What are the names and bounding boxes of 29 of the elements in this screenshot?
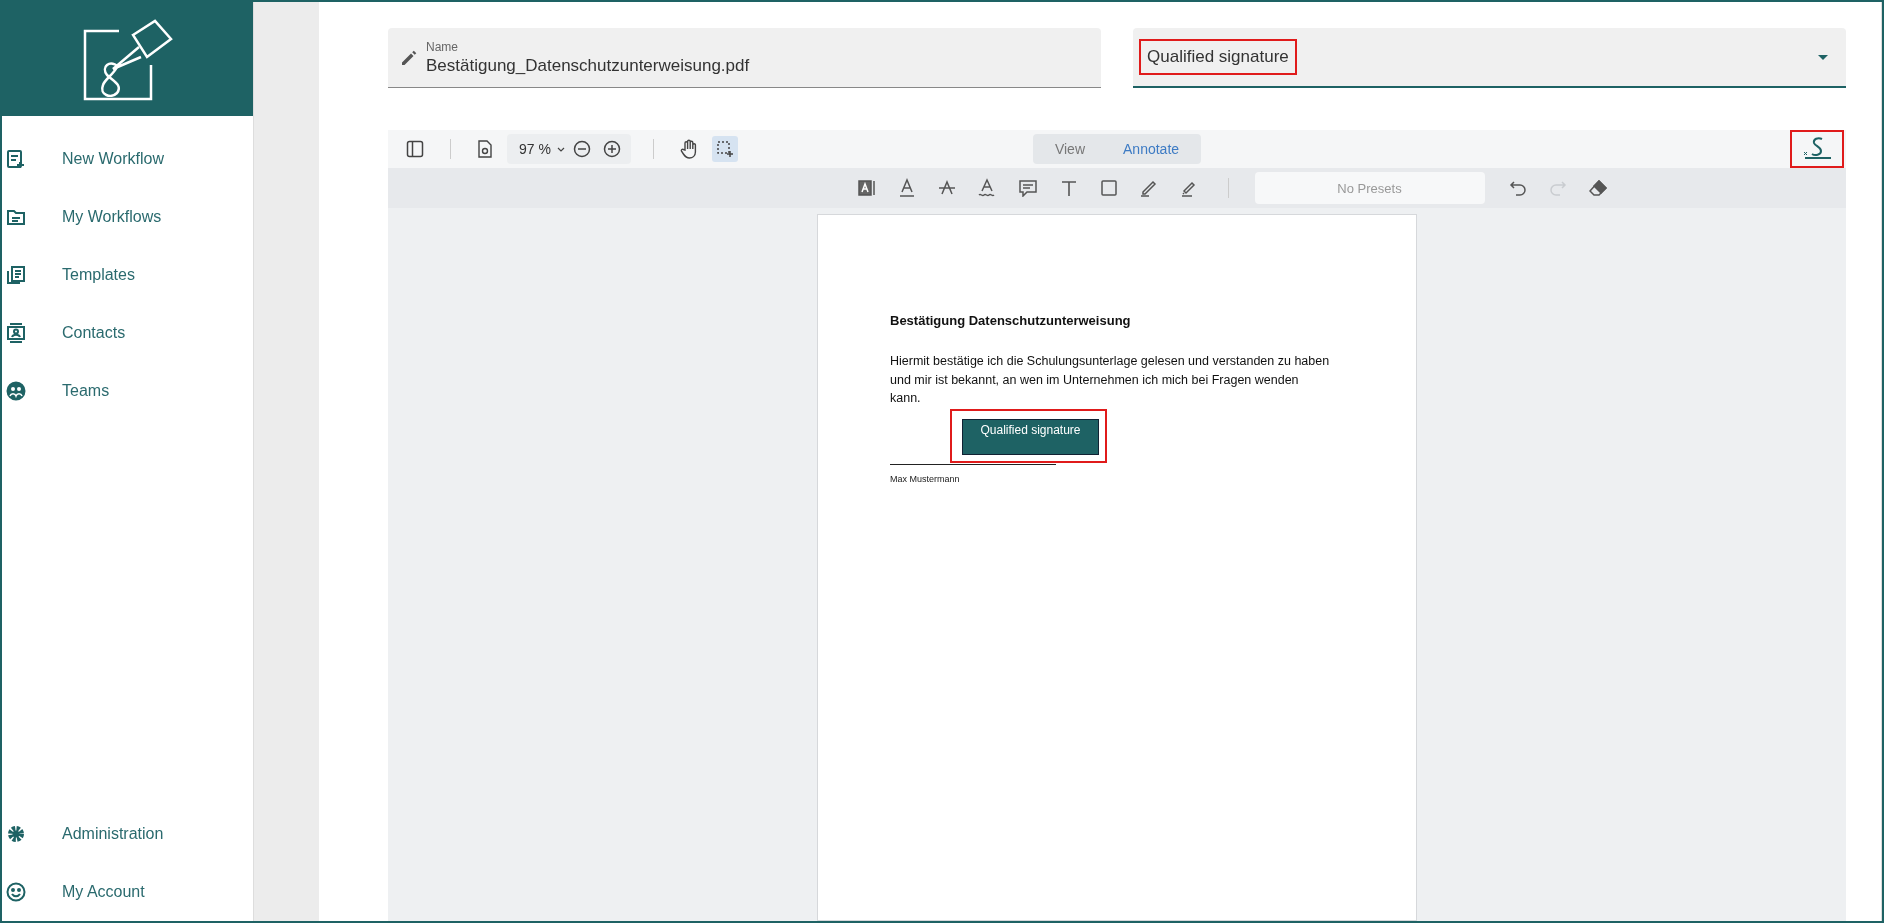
zoom-dropdown[interactable]: 97 % [511,141,553,157]
sidebar-item[interactable]: Administration [2,805,253,863]
smiley-icon [6,882,26,902]
sidebar-item[interactable]: Templates [2,246,253,304]
sidebar-item[interactable]: New Workflow [2,130,253,188]
sidebar-item[interactable]: Contacts [2,304,253,362]
signature-field[interactable]: Qualified signature [962,418,1099,455]
pencil-icon [400,48,418,67]
document-paragraph: Hiermit bestätige ich die Schulungsunterlage gelesen und verstanden zu haben und mir ist bekannt, an wen im Unternehmen ich mich bei Fragen wenden kann. [890,353,1331,407]
dropdown-value: Qualified signature [1139,39,1297,75]
marquee-select-icon[interactable] [711,136,738,162]
dropdown-caret-icon [1818,54,1828,60]
mode-tab[interactable]: View [1038,136,1101,162]
name-field[interactable]: Name Bestätigung_Datenschutzunterweisung.pdf [388,28,1101,88]
chevron-icon [556,146,565,152]
folder-icon [6,207,26,227]
new-document-icon [6,149,26,169]
mode-tab[interactable]: Annotate [1107,136,1196,162]
sidebar-item[interactable]: My Workflows [2,188,253,246]
documents-icon [6,265,26,285]
signer-name: Max Mustermann [890,473,961,484]
field-value: Bestätigung_Datenschutzunterweisung.pdf [426,55,750,76]
document-title: Bestätigung Datenschutzunterweisung [890,313,1132,328]
field-label: Name [426,39,459,54]
signature-type-dropdown[interactable]: Qualified signature [1133,28,1846,88]
sidebar-item[interactable]: Teams [2,362,253,420]
contact-card-icon [6,323,26,343]
sidebar-item[interactable]: My Account [2,863,253,921]
signature-button[interactable] [1790,130,1844,168]
